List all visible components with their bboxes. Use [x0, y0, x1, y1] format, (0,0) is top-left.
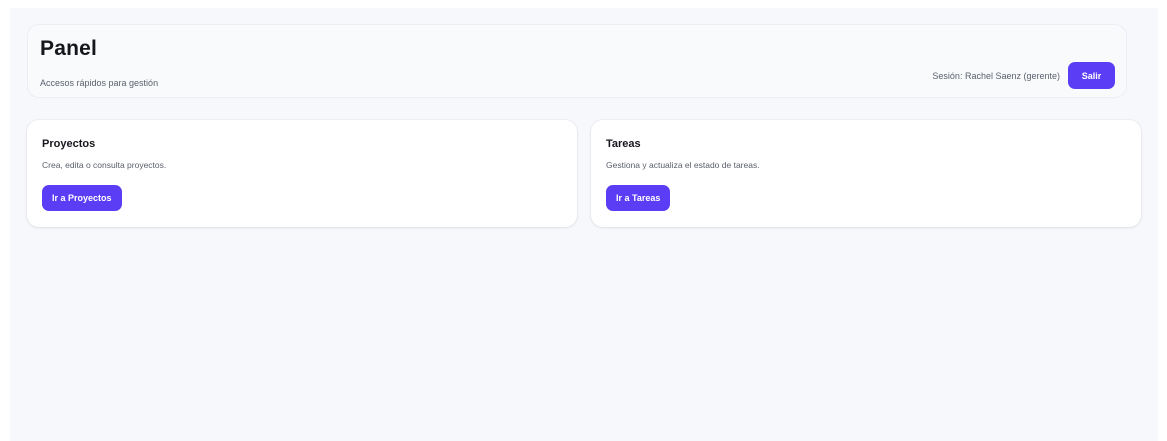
go-to-projects-button[interactable]: Ir a Proyectos [42, 185, 122, 211]
tasks-card: Tareas Gestiona y actualiza el estado de… [591, 120, 1141, 227]
session-area: Sesión: Rachel Saenz (gerente) Salir [932, 62, 1115, 89]
page-title: Panel [40, 37, 98, 60]
card-title: Tareas [606, 138, 641, 150]
card-description: Gestiona y actualiza el estado de tareas… [606, 160, 760, 170]
page-header: Panel Accesos rápidos para gestión Sesió… [27, 24, 1127, 98]
go-to-tasks-button[interactable]: Ir a Tareas [606, 185, 671, 211]
logout-button[interactable]: Salir [1068, 62, 1115, 89]
app-viewport: Panel Accesos rápidos para gestión Sesió… [10, 8, 1158, 441]
card-description: Crea, edita o consulta proyectos. [42, 160, 167, 170]
page-subtitle: Accesos rápidos para gestión [40, 78, 159, 88]
card-title: Proyectos [42, 138, 96, 150]
session-info: Sesión: Rachel Saenz (gerente) [932, 70, 1060, 81]
projects-card: Proyectos Crea, edita o consulta proyect… [27, 120, 577, 227]
